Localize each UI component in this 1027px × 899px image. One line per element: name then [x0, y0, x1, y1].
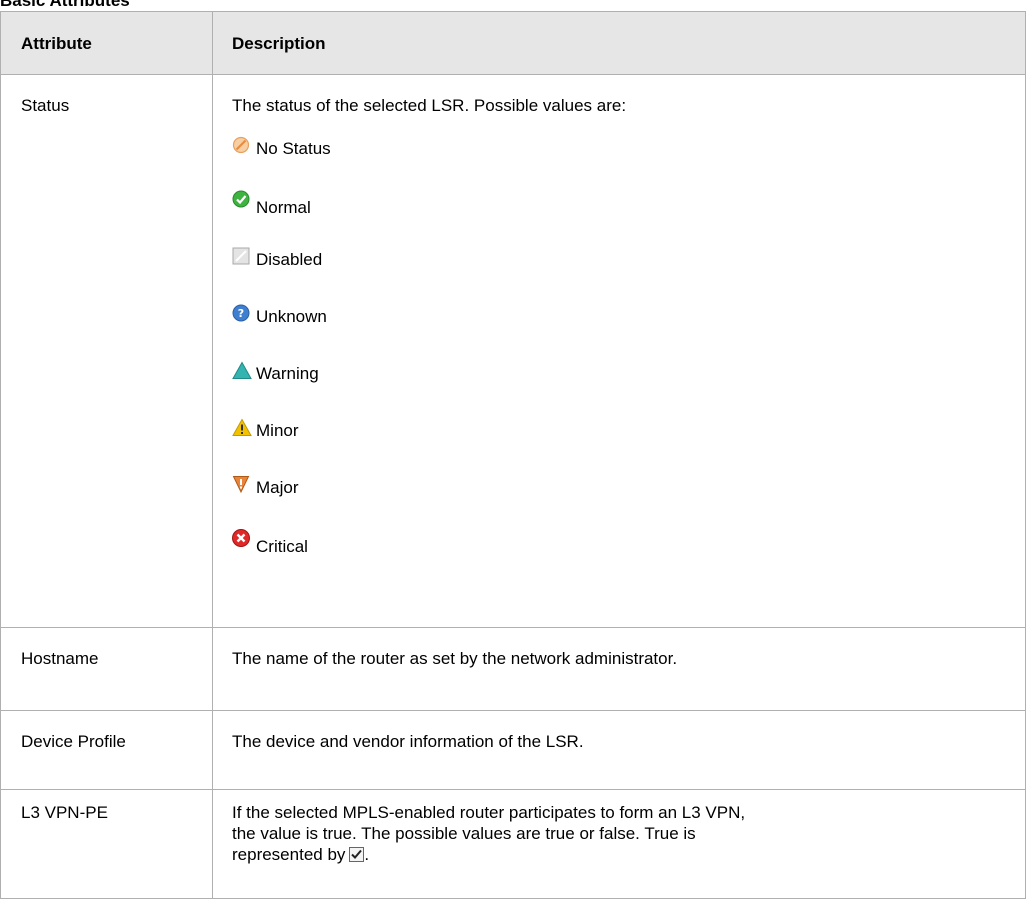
status-value-list: No Status Normal Disabled ? Unknown Warn…: [232, 136, 1015, 556]
table-row-device-profile: Device Profile The device and vendor inf…: [0, 710, 1026, 790]
attribute-cell: L3 VPN-PE: [0, 789, 213, 899]
status-value-label: Minor: [256, 421, 299, 440]
minor-icon: [232, 418, 252, 438]
status-value-label: Normal: [256, 198, 311, 217]
description-cell: The status of the selected LSR. Possible…: [212, 74, 1026, 628]
status-value-critical: Critical: [232, 529, 1015, 556]
status-intro: The status of the selected LSR. Possible…: [232, 96, 627, 115]
table-row-l3-vpn-pe: L3 VPN-PE If the selected MPLS-enabled r…: [0, 789, 1026, 899]
status-value-normal: Normal: [232, 190, 1015, 217]
status-value-label: Disabled: [256, 250, 323, 269]
status-value-major: Major: [232, 475, 1015, 497]
warning-icon: [232, 361, 252, 381]
status-value-minor: Minor: [232, 418, 1015, 440]
no-status-icon: [232, 136, 252, 156]
status-value-label: Warning: [256, 364, 319, 383]
description-line-last: represented by.: [232, 844, 1015, 865]
description-cell: The name of the router as set by the net…: [212, 627, 1026, 711]
checked-checkbox-icon: [349, 846, 365, 862]
major-icon: [232, 475, 252, 495]
critical-icon: [232, 529, 252, 549]
description-line: If the selected MPLS-enabled router part…: [232, 803, 746, 822]
description-cell: If the selected MPLS-enabled router part…: [212, 789, 1026, 899]
status-value-disabled: Disabled: [232, 247, 1015, 269]
table-row-status: Status The status of the selected LSR. P…: [0, 74, 1026, 628]
attribute-cell: Hostname: [0, 627, 213, 711]
status-value-label: Unknown: [256, 307, 327, 326]
description-cell: The device and vendor information of the…: [212, 710, 1026, 790]
disabled-icon: [232, 247, 252, 267]
attribute-cell: Device Profile: [0, 710, 213, 790]
attributes-table: Attribute Description Status The status …: [0, 11, 1026, 899]
table-header-row: Attribute Description: [0, 11, 1026, 75]
status-value-label: No Status: [256, 139, 331, 158]
status-value-label: Major: [256, 478, 299, 497]
normal-icon: [232, 190, 252, 210]
status-value-label: Critical: [256, 537, 308, 556]
column-header-description: Description: [212, 11, 1026, 75]
section-title: Basic Attributes: [0, 0, 130, 10]
attribute-cell: Status: [0, 74, 213, 628]
status-value-no-status: No Status: [232, 136, 1015, 158]
unknown-icon: ?: [232, 304, 252, 324]
column-header-attribute: Attribute: [0, 11, 213, 75]
svg-text:?: ?: [238, 307, 244, 320]
status-value-warning: Warning: [232, 361, 1015, 383]
status-value-unknown: ? Unknown: [232, 304, 1015, 326]
description-text: represented by: [232, 845, 346, 864]
table-row-hostname: Hostname The name of the router as set b…: [0, 627, 1026, 711]
description-text: .: [364, 845, 370, 864]
